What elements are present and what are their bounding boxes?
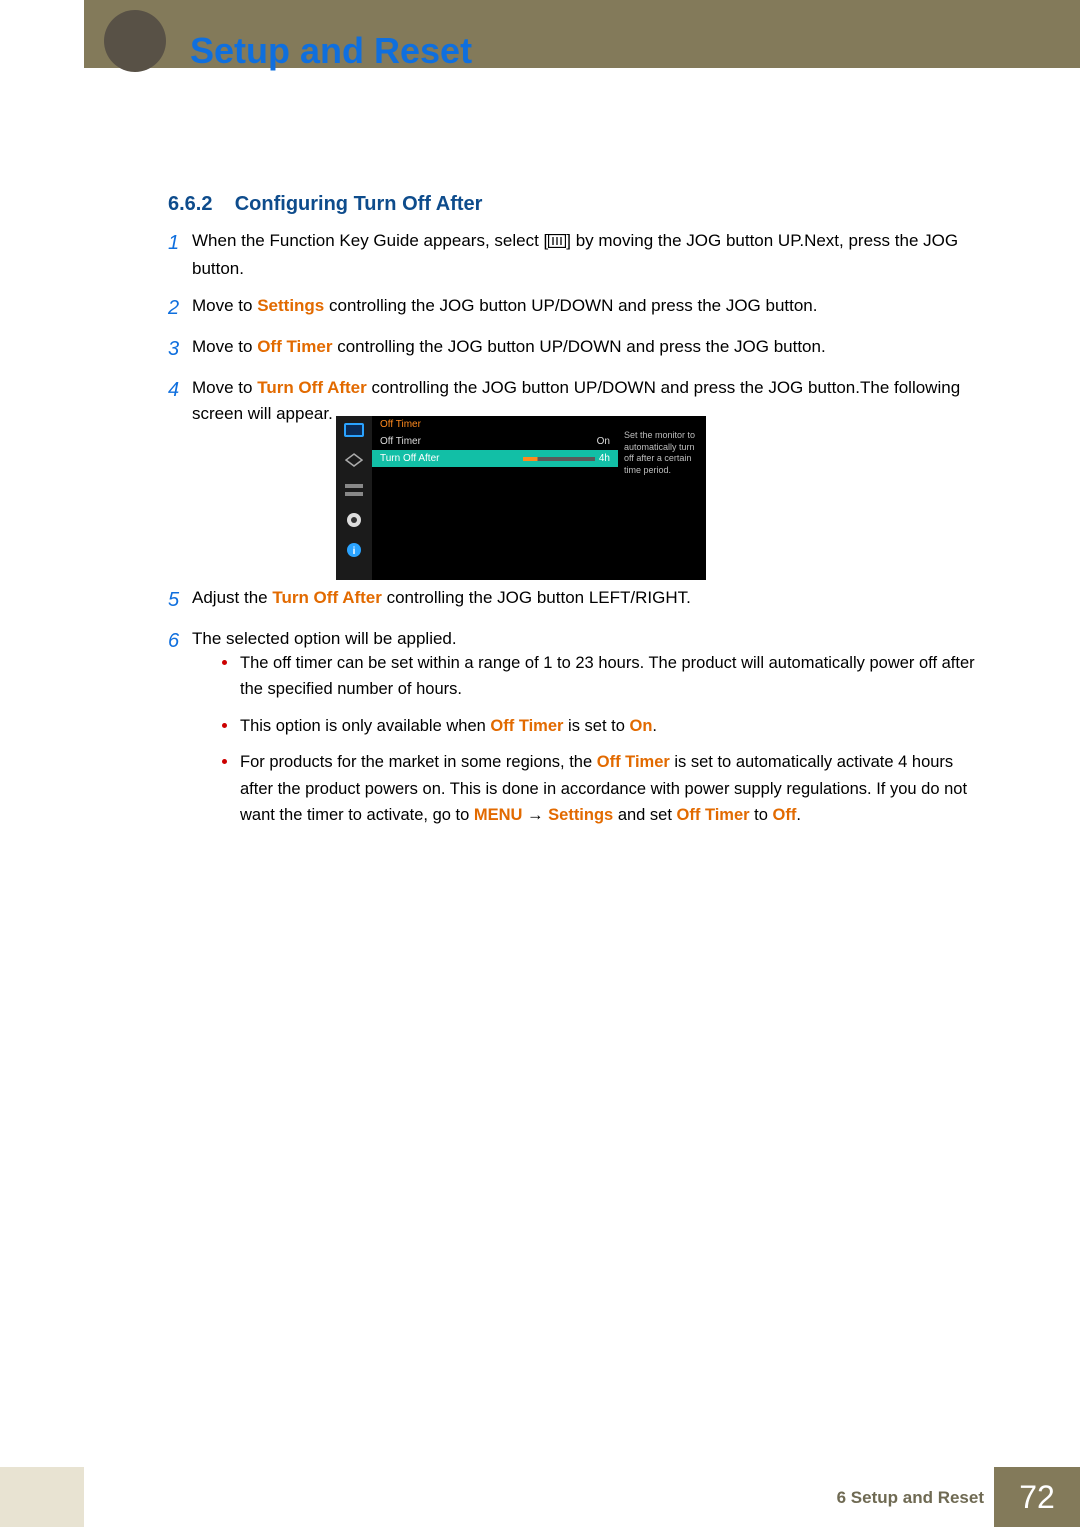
picture-icon: [343, 422, 365, 438]
step-body: Adjust the Turn Off After controlling th…: [192, 585, 980, 616]
osd-main: Off Timer Off Timer On Turn Off After 4h…: [372, 416, 706, 580]
accent-text: Settings: [548, 806, 613, 824]
step-body: When the Function Key Guide appears, sel…: [192, 228, 980, 283]
osd-screenshot: i Off Timer Off Timer On Turn Off After …: [336, 416, 706, 580]
step-text: This option is only available when: [240, 717, 490, 735]
osd-row1-label: Off Timer: [380, 436, 421, 447]
step-number: 5: [168, 585, 192, 616]
osd-row1-value: On: [597, 436, 610, 447]
accent-text: On: [629, 717, 652, 735]
section-number: 6.6.2: [168, 193, 212, 215]
accent-text: MENU: [474, 806, 523, 824]
step-item: 3Move to Off Timer controlling the JOG b…: [168, 334, 980, 365]
step-text: controlling the JOG button UP/DOWN and p…: [324, 296, 817, 315]
step-text: controlling the JOG button UP/DOWN and p…: [332, 337, 825, 356]
step-text: When the Function Key Guide appears, sel…: [192, 231, 548, 250]
footer-page-number: 72: [1019, 1479, 1055, 1516]
step-number: 3: [168, 334, 192, 365]
osd-header-row: Off Timer: [372, 416, 618, 433]
step-number: 6: [168, 626, 192, 657]
step-text: Move to: [192, 296, 257, 315]
step-text: controlling the JOG button UP/DOWN and p…: [367, 378, 860, 397]
menu-box-icon: [548, 233, 566, 252]
step-text: Move to: [192, 378, 257, 397]
osd-slider-track: [523, 457, 595, 461]
list-icon: [343, 482, 365, 498]
section-title: Configuring Turn Off After: [235, 193, 483, 215]
step-text: and set: [613, 806, 676, 824]
screen-icon: [343, 452, 365, 468]
osd-row-turnoffafter: Turn Off After 4h: [372, 450, 618, 467]
step-text: controlling the JOG button LEFT/RIGHT.: [382, 588, 691, 607]
note-item: The off timer can be set within a range …: [222, 650, 980, 703]
chapter-circle: [104, 10, 166, 72]
step-number: 4: [168, 375, 192, 428]
step-number: 1: [168, 228, 192, 283]
accent-text: Off Timer: [597, 753, 670, 771]
section-heading: 6.6.2 Configuring Turn Off After: [168, 193, 482, 216]
step-text: to: [750, 806, 773, 824]
osd-header-label: Off Timer: [380, 419, 421, 430]
notes-list: The off timer can be set within a range …: [222, 650, 980, 838]
footer-left-block: [0, 1467, 84, 1527]
step-text: →: [522, 806, 548, 824]
step-text: is set to: [563, 717, 629, 735]
osd-description: Set the monitor to automatically turn of…: [618, 416, 706, 580]
step-text: Move to: [192, 337, 257, 356]
steps-list: 1When the Function Key Guide appears, se…: [168, 228, 980, 437]
step-text: Adjust the: [192, 588, 272, 607]
accent-text: Turn Off After: [272, 588, 382, 607]
gear-icon: [343, 512, 365, 528]
step-item: 1When the Function Key Guide appears, se…: [168, 228, 980, 283]
footer-page-band: 72: [994, 1467, 1080, 1527]
step-text: .: [796, 806, 801, 824]
footer-caption: 6 Setup and Reset: [837, 1488, 984, 1508]
info-icon: i: [343, 542, 365, 558]
step-item: 2Move to Settings controlling the JOG bu…: [168, 293, 980, 324]
osd-rail: i: [336, 416, 372, 580]
step-item: 5Adjust the Turn Off After controlling t…: [168, 585, 980, 616]
accent-text: Off Timer: [490, 717, 563, 735]
step-body: Move to Off Timer controlling the JOG bu…: [192, 334, 980, 365]
step-text: ] by moving the JOG button UP.: [566, 231, 804, 250]
header-left-block: [0, 0, 84, 68]
step-number: 2: [168, 293, 192, 324]
note-item: For products for the market in some regi…: [222, 749, 980, 828]
accent-text: Off: [773, 806, 797, 824]
svg-text:i: i: [353, 546, 356, 557]
osd-row-offtimer: Off Timer On: [372, 433, 618, 450]
accent-text: Off Timer: [677, 806, 750, 824]
accent-text: Settings: [257, 296, 324, 315]
step-text: For products for the market in some regi…: [240, 753, 597, 771]
accent-text: Turn Off After: [257, 378, 367, 397]
step-text: The off timer can be set within a range …: [240, 654, 975, 698]
accent-text: Off Timer: [257, 337, 332, 356]
chapter-title: Setup and Reset: [190, 30, 472, 72]
step-text: The selected option will be applied.: [192, 629, 457, 648]
step-body: Move to Settings controlling the JOG but…: [192, 293, 980, 324]
osd-row2-value: 4h: [599, 453, 610, 464]
note-item: This option is only available when Off T…: [222, 713, 980, 739]
step-text: .: [652, 717, 657, 735]
osd-row2-label: Turn Off After: [380, 453, 439, 464]
